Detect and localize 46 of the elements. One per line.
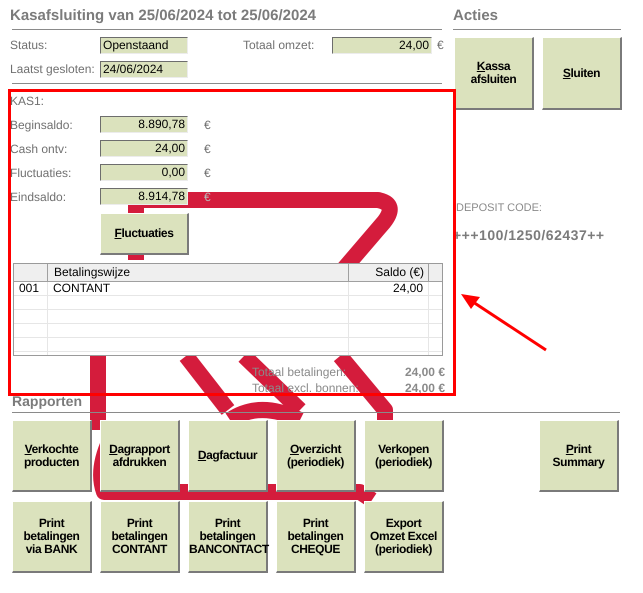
currency-label: € (204, 140, 211, 158)
amount-field: 24,00 (100, 140, 188, 157)
column-header: Betalingswijze (48, 264, 349, 281)
table-cell: CONTANT (48, 282, 349, 295)
currency-label: € (204, 164, 211, 182)
page-title: Kasafsluiting van 25/06/2024 tot 25/06/2024 (10, 6, 316, 26)
report-button[interactable]: Print betalingen CHEQUE (276, 501, 356, 573)
action-button[interactable]: Kassa afsluiten (454, 37, 534, 110)
field-label: Fluctuaties: (10, 164, 72, 182)
status-field: Openstaand (100, 36, 188, 54)
currency-label: € (204, 188, 211, 206)
section-title: Rapporten (12, 393, 82, 409)
table-cell: 24,00 (349, 282, 429, 295)
currency-label: € (437, 37, 444, 54)
amount-field: 8.914,78 (100, 188, 188, 205)
fluctuations-button[interactable]: Fluctuaties (100, 213, 189, 255)
field-label: Cash ontv: (10, 140, 68, 158)
report-button[interactable]: Print betalingen via BANK (12, 501, 92, 573)
amount-field: 0,00 (100, 164, 188, 181)
report-button[interactable]: Export Omzet Excel (periodiek) (364, 501, 444, 573)
section-title: Acties (453, 6, 498, 26)
date-field: 24/06/2024 (100, 60, 188, 78)
report-button[interactable]: Print betalingen CONTANT (100, 501, 180, 573)
field-label: Beginsaldo: (10, 116, 74, 134)
total-value: 24,00 € (404, 380, 445, 397)
currency-label: € (204, 116, 211, 134)
field-label: Laatst gesloten: (10, 61, 96, 78)
table-cell: 001 (14, 282, 48, 295)
report-button[interactable]: Verkopen (periodiek) (364, 420, 444, 492)
revenue-field: 24,00 (332, 36, 432, 54)
field-label: Eindsaldo: (10, 188, 68, 206)
total-value: 24,00 € (404, 364, 445, 381)
column-header: Saldo (€) (349, 264, 429, 281)
report-button[interactable]: Dagfactuur (188, 420, 268, 492)
section-label: KAS1: (10, 93, 44, 108)
report-button[interactable]: Overzicht (periodiek) (276, 420, 356, 492)
report-button[interactable]: Print betalingen BANCONTACT (188, 501, 268, 573)
action-button[interactable]: Sluiten (542, 37, 622, 110)
amount-field: 8.890,78 (100, 116, 188, 133)
field-label: DEPOSIT CODE: (456, 201, 542, 216)
report-button[interactable]: Verkochte producten (12, 420, 92, 492)
deposit-code: +++100/1250/62437++ (453, 226, 605, 244)
field-label: Status: (10, 37, 48, 54)
field-label: Totaal omzet: (243, 37, 316, 54)
report-button[interactable]: Dagrapport afdrukken (100, 420, 180, 492)
report-button[interactable]: Print Summary (539, 420, 619, 492)
